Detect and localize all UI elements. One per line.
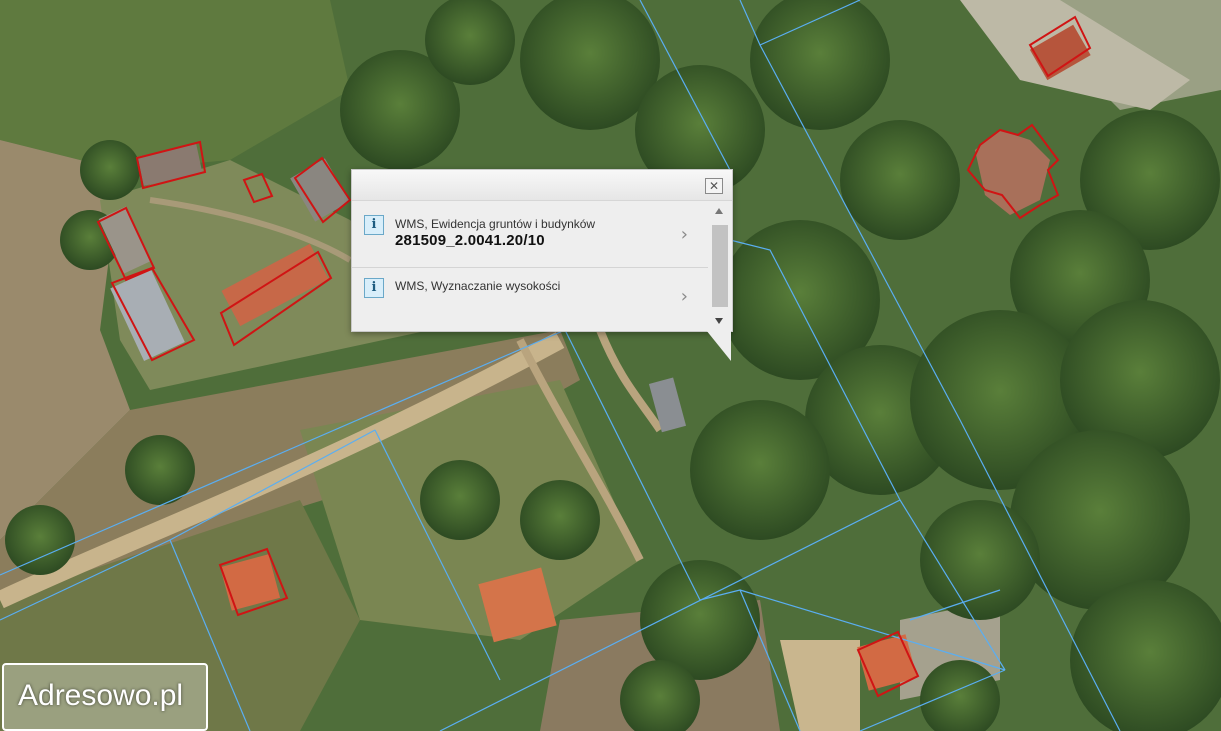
aerial-map[interactable] (0, 0, 1221, 731)
result-source-label: WMS, Ewidencja gruntów i budynków (395, 217, 596, 231)
close-icon[interactable]: ✕ (705, 178, 723, 194)
scroll-down-icon[interactable] (715, 318, 723, 324)
popup-header: ✕ (352, 170, 732, 201)
result-source-label: WMS, Wyznaczanie wysokości (395, 279, 561, 293)
feature-info-popup: ✕ i WMS, Ewidencja gruntów i budynków 28… (351, 169, 733, 332)
popup-pointer (706, 330, 731, 361)
result-item-cadastre[interactable]: i WMS, Ewidencja gruntów i budynków 2815… (352, 201, 708, 268)
popup-scrollbar[interactable] (712, 208, 728, 324)
chevron-right-icon[interactable]: › (681, 226, 688, 244)
info-icon: i (364, 215, 384, 235)
scroll-up-icon[interactable] (715, 208, 723, 214)
parcel-id-value: 281509_2.0041.20/10 (395, 232, 545, 249)
chevron-right-icon[interactable]: › (681, 288, 688, 306)
watermark-text: Adresowo.pl (18, 679, 184, 712)
scroll-thumb[interactable] (712, 225, 728, 307)
adresowo-watermark: Adresowo.pl (2, 663, 208, 731)
info-icon: i (364, 278, 384, 298)
result-item-elevation[interactable]: i WMS, Wyznaczanie wysokości › (352, 268, 708, 330)
